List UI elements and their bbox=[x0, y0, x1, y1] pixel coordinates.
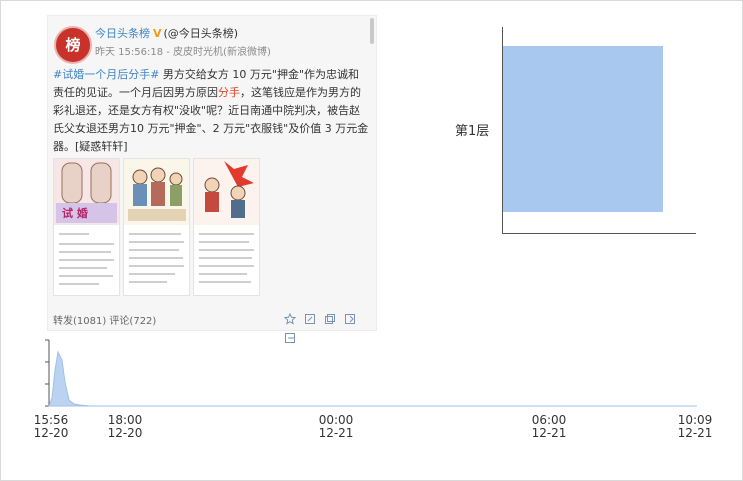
x-tick-label: 00:00 12-21 bbox=[318, 413, 354, 440]
weibo-post-card: 榜 今日头条榜 V (@今日头条榜) 昨天 15:56:18 - 皮皮时光机(新浪微… bbox=[47, 15, 377, 343]
avatar[interactable]: 榜 bbox=[54, 26, 92, 64]
thumbnail-3[interactable] bbox=[193, 158, 260, 296]
layer-chart-x-axis bbox=[502, 233, 696, 234]
star-icon[interactable] bbox=[283, 310, 297, 325]
edit-icon[interactable] bbox=[304, 310, 316, 324]
cartoon-image: 试 婚 bbox=[54, 159, 119, 225]
post-author: 今日头条榜 V (@今日头条榜) bbox=[95, 25, 238, 41]
verified-icon: V bbox=[153, 27, 162, 40]
layer-bar[interactable] bbox=[503, 46, 663, 212]
layer-label: 第1层 bbox=[455, 124, 490, 139]
x-tick-label: 06:00 12-21 bbox=[531, 413, 567, 440]
thumbnail-2[interactable] bbox=[123, 158, 190, 296]
repost-comment-stats[interactable]: 转发(1081) 评论(722) bbox=[53, 312, 156, 327]
timeline-chart: 15:56 12-20 18:00 12-20 00:00 12-21 06:00 12… bbox=[0, 330, 743, 480]
copy-icon[interactable] bbox=[324, 310, 336, 324]
cartoon-image bbox=[124, 159, 189, 225]
cartoon-image bbox=[194, 159, 259, 225]
timeline-plot bbox=[45, 339, 697, 407]
post-meta: 昨天 15:56:18 - 皮皮时光机(新浪微博) bbox=[95, 47, 271, 58]
thumbnail-1[interactable]: 试 婚 bbox=[53, 158, 120, 296]
x-tick-label: 15:56 12-20 bbox=[33, 413, 69, 440]
author-handle: (@今日头条榜) bbox=[163, 27, 239, 40]
author-name-link[interactable]: 今日头条榜 bbox=[95, 27, 150, 40]
x-tick-label: 18:00 12-20 bbox=[107, 413, 143, 440]
thumbnail-caption: 试 婚 bbox=[62, 207, 88, 220]
series-area bbox=[48, 350, 697, 407]
highlight-keyword: 分手 bbox=[218, 86, 240, 99]
post-text: #试婚一个月后分手# 男方交给女方 10 万元"押金"作为忠诚和责任的见证。一个… bbox=[53, 66, 369, 156]
hashtag-link[interactable]: #试婚一个月后分手# bbox=[53, 68, 159, 81]
export-icon[interactable] bbox=[344, 310, 356, 324]
scrollbar[interactable] bbox=[370, 18, 374, 44]
x-tick-label: 10:09 12-21 bbox=[677, 413, 713, 440]
image-thumbnails: 试 婚 bbox=[53, 158, 260, 296]
